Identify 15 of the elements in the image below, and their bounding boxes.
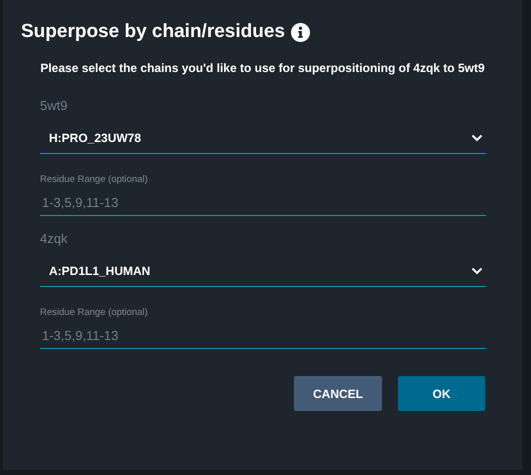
structure-label: 5wt9 — [40, 97, 68, 115]
chevron-down-icon — [471, 267, 483, 275]
chevron-down-icon — [471, 134, 483, 142]
residue-range-field[interactable]: 1-3,5,9,11-13 — [40, 186, 486, 216]
info-icon[interactable] — [290, 22, 310, 42]
ok-button[interactable]: OK — [398, 376, 485, 411]
chain-dropdown[interactable]: H:PRO_23UW78 — [40, 123, 486, 154]
cancel-button[interactable]: CANCEL — [294, 376, 382, 411]
instruction-text: Please select the chains you'd like to use for superpositioning of 4zqk to 5wt9 — [39, 61, 486, 75]
structure-label: 4zqk — [40, 230, 68, 248]
field-label: Residue Range (optional) — [40, 307, 149, 319]
chain-dropdown[interactable]: A:PD1L1_HUMAN — [40, 256, 486, 287]
dialog-title: Superpose by chain/residues — [21, 21, 285, 43]
field-label: Residue Range (optional) — [40, 174, 149, 186]
residue-range-field[interactable]: 1-3,5,9,11-13 — [40, 319, 486, 349]
